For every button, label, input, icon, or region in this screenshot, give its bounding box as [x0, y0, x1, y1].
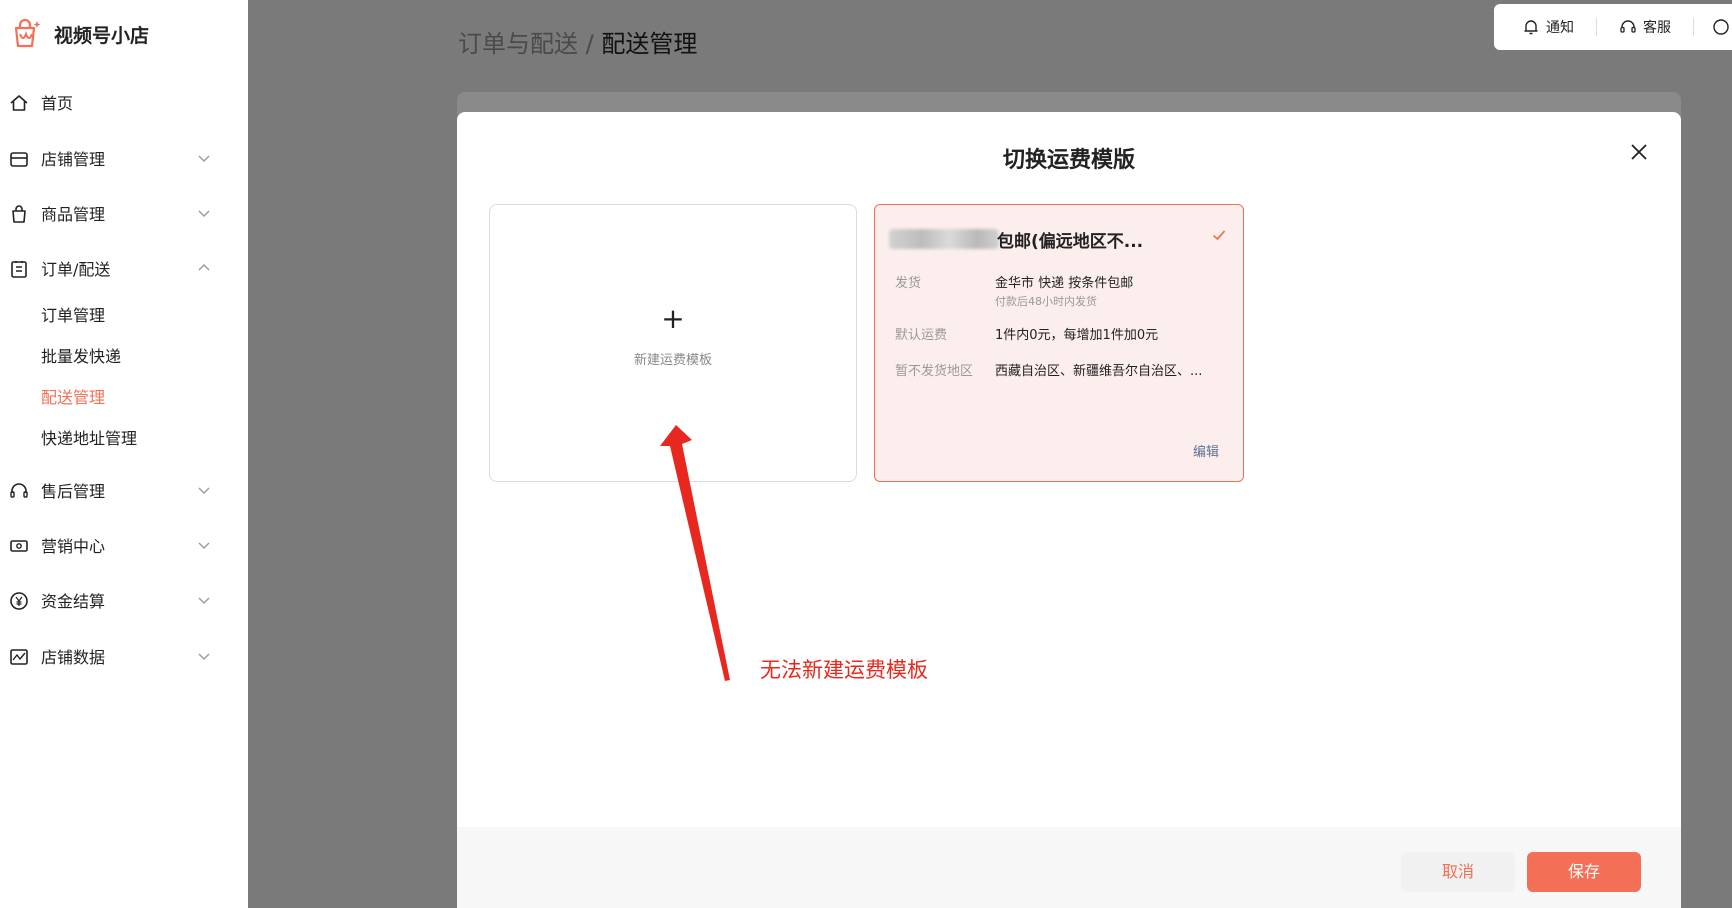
sidebar-item-home[interactable]: 首页: [0, 82, 248, 122]
customer-service-button[interactable]: 客服: [1619, 17, 1671, 37]
chart-icon: [10, 649, 28, 665]
row-label-shipping: 发货: [895, 276, 922, 291]
row-value-default-fee: 1件内0元，每增加1件加0元: [995, 328, 1159, 343]
chevron-down-icon: [198, 487, 210, 494]
top-toolbar: 通知 客服: [1494, 4, 1732, 50]
close-icon[interactable]: [1629, 142, 1649, 162]
redacted-text: [889, 229, 999, 249]
sidebar-item-label: 首页: [41, 94, 74, 113]
sidebar-item-label: 店铺管理: [41, 150, 106, 169]
shopping-bag-icon: [12, 205, 26, 223]
store-icon: [10, 152, 28, 167]
sidebar-item-marketing[interactable]: 营销中心: [0, 525, 248, 565]
sidebar-item-label: 商品管理: [41, 205, 106, 224]
annotation-text: 无法新建运费模板: [760, 658, 928, 682]
sidebar: 视频号小店 首页 店铺管理 商品管理 订单/配送 订单管理 批量发快递 配送管理…: [0, 0, 248, 908]
breadcrumb: 订单与配送 / 配送管理: [458, 24, 697, 59]
cancel-button[interactable]: 取消: [1401, 852, 1515, 892]
app-logo[interactable]: 视频号小店: [10, 14, 149, 54]
headset-icon: [1620, 20, 1636, 33]
breadcrumb-separator: /: [585, 30, 594, 58]
shop-bag-logo-icon: [14, 18, 41, 48]
notify-label: 通知: [1546, 20, 1574, 36]
row-value-excluded-regions: 西藏自治区、新疆维吾尔自治区、...: [995, 364, 1203, 379]
sidebar-item-label: 营销中心: [41, 537, 106, 556]
toolbar-divider: [1596, 18, 1597, 36]
sidebar-subitem-delivery-management[interactable]: 配送管理: [41, 384, 105, 412]
save-button[interactable]: 保存: [1527, 852, 1641, 892]
new-template-label: 新建运费模板: [633, 353, 712, 368]
notify-button[interactable]: 通知: [1522, 17, 1574, 37]
sidebar-item-products[interactable]: 商品管理: [0, 193, 248, 233]
switch-template-modal: 切换运费模版 + 新建运费模板 包邮(偏远地区不... 发货 金华市 快递 按条…: [457, 112, 1681, 908]
edit-link[interactable]: 编辑: [1193, 441, 1219, 460]
sidebar-item-store[interactable]: 店铺管理: [0, 138, 248, 178]
sidebar-item-label: 订单/配送: [41, 260, 111, 279]
chevron-down-icon: [198, 653, 210, 660]
sidebar-subitem-batch-shipping[interactable]: 批量发快递: [41, 343, 121, 371]
chevron-down-icon: [198, 155, 210, 162]
breadcrumb-current: 配送管理: [601, 30, 698, 58]
row-value-shipping: 金华市 快递 按条件包邮: [995, 276, 1134, 291]
plus-icon: +: [661, 302, 685, 335]
sidebar-subitem-address-management[interactable]: 快递地址管理: [41, 425, 137, 453]
service-label: 客服: [1643, 20, 1671, 36]
sidebar-item-after-sales[interactable]: 售后管理: [0, 470, 248, 510]
sidebar-item-orders[interactable]: 订单/配送: [0, 248, 248, 288]
breadcrumb-parent[interactable]: 订单与配送: [458, 30, 578, 58]
ticket-icon: [10, 540, 28, 552]
template-name: 包邮(偏远地区不...: [997, 232, 1144, 252]
sidebar-item-label: 资金结算: [41, 592, 106, 611]
sidebar-item-data[interactable]: 店铺数据: [0, 636, 248, 676]
chevron-down-icon: [198, 210, 210, 217]
chevron-up-icon: [198, 264, 210, 271]
row-label-default-fee: 默认运费: [895, 328, 948, 343]
chevron-down-icon: [198, 542, 210, 549]
toolbar-divider: [1693, 18, 1694, 36]
bell-icon: [1524, 20, 1538, 35]
sidebar-subitem-order-management[interactable]: 订单管理: [41, 302, 105, 330]
check-icon: [1212, 230, 1226, 241]
headset-icon: [10, 483, 28, 498]
row-label-excluded-regions: 暂不发货地区: [895, 364, 974, 379]
home-icon: [10, 95, 28, 111]
sidebar-item-label: 售后管理: [41, 482, 106, 501]
clipboard-icon: [11, 261, 27, 278]
sidebar-item-finance[interactable]: 资金结算: [0, 580, 248, 620]
yen-coin-icon: [10, 592, 28, 610]
sidebar-item-label: 店铺数据: [41, 648, 106, 667]
new-template-card[interactable]: + 新建运费模板: [489, 204, 857, 482]
chevron-down-icon: [198, 597, 210, 604]
help-icon[interactable]: [1712, 18, 1730, 36]
modal-footer: 取消 保存: [457, 827, 1681, 908]
template-card-selected[interactable]: 包邮(偏远地区不... 发货 金华市 快递 按条件包邮 付款后48小时内发货 默…: [874, 204, 1244, 482]
modal-title: 切换运费模版: [1002, 148, 1135, 173]
row-sub-shipping: 付款后48小时内发货: [995, 295, 1097, 308]
app-title: 视频号小店: [54, 24, 150, 47]
